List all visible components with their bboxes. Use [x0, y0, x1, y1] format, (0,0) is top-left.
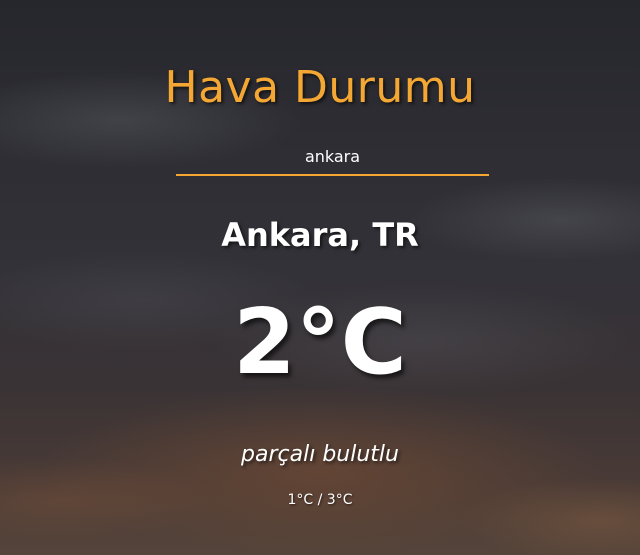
app-title: Hava Durumu: [164, 62, 476, 113]
location-name: Ankara, TR: [221, 216, 419, 254]
current-temperature: 2°C: [233, 290, 407, 395]
temperature-range: 1°C / 3°C: [287, 492, 353, 508]
weather-description: parçalı bulutlu: [241, 442, 399, 467]
city-search-input[interactable]: [176, 138, 489, 176]
weather-app: Hava Durumu Ankara, TR 2°C parçalı bulut…: [0, 0, 640, 555]
